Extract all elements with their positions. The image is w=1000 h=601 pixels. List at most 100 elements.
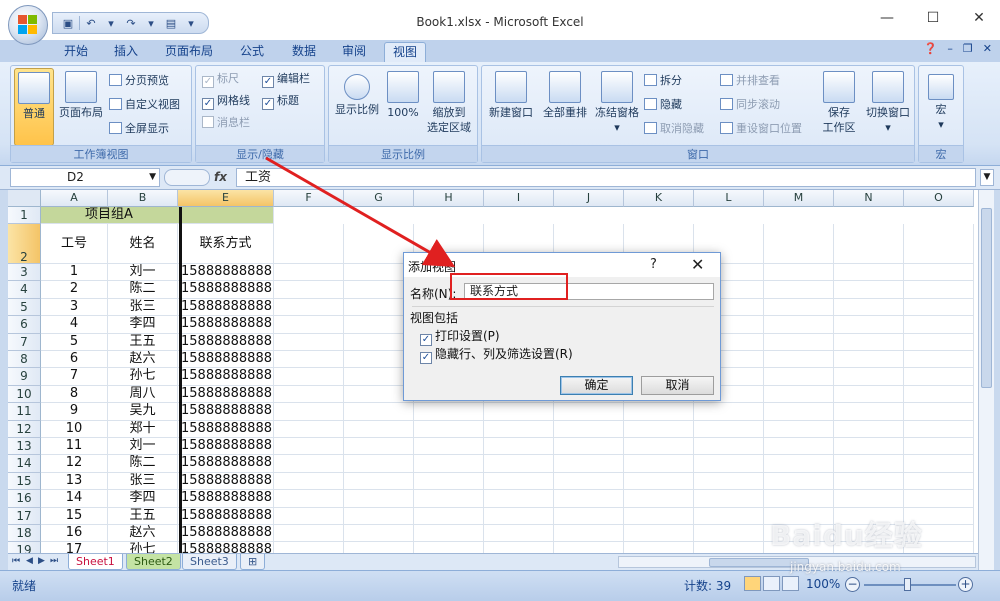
empty-cell[interactable] (834, 264, 904, 282)
column-header-m[interactable]: M (764, 190, 834, 207)
row-header[interactable]: 18 (8, 525, 41, 543)
header-cell[interactable]: 姓名 (108, 224, 178, 264)
empty-cell[interactable] (764, 420, 834, 438)
table-cell[interactable]: 7 (41, 368, 108, 386)
table-cell[interactable]: 孙七 (108, 542, 178, 553)
column-header-k[interactable]: K (624, 190, 694, 207)
empty-cell[interactable] (904, 472, 974, 491)
empty-cell[interactable] (764, 368, 834, 386)
table-cell[interactable]: 孙七 (108, 368, 178, 386)
table-cell[interactable]: 李四 (108, 490, 178, 508)
empty-cell[interactable] (274, 490, 344, 508)
row-header[interactable]: 16 (8, 490, 41, 508)
table-cell[interactable]: 王五 (108, 333, 178, 351)
empty-cell[interactable] (274, 403, 344, 421)
empty-cell[interactable] (694, 472, 764, 491)
row-header[interactable]: 6 (8, 316, 41, 334)
column-header-o[interactable]: O (904, 190, 974, 207)
table-cell[interactable]: 5 (41, 333, 108, 351)
custom-views-button[interactable]: 自定义视图 (109, 96, 180, 114)
empty-cell[interactable] (624, 525, 694, 543)
sync-scroll-button[interactable]: 同步滚动 (720, 96, 780, 114)
sheet-tab-2[interactable]: Sheet2 (126, 554, 181, 570)
empty-cell[interactable] (274, 281, 344, 299)
empty-cell[interactable] (624, 438, 694, 456)
column-header-f[interactable]: F (274, 190, 344, 207)
empty-cell[interactable] (554, 403, 624, 421)
empty-cell[interactable] (554, 542, 624, 553)
table-cell[interactable]: 吴九 (108, 403, 178, 421)
table-cell[interactable]: 11 (41, 438, 108, 456)
empty-cell[interactable] (834, 281, 904, 299)
empty-cell[interactable] (904, 420, 974, 438)
table-cell[interactable]: 15888888888 (178, 525, 274, 543)
table-cell[interactable]: 10 (41, 420, 108, 438)
empty-cell[interactable] (344, 472, 414, 491)
first-sheet-icon[interactable]: ⏮ (12, 556, 20, 566)
empty-cell[interactable] (694, 455, 764, 473)
table-cell[interactable]: 15888888888 (178, 298, 274, 317)
row-header[interactable]: 1 (8, 207, 41, 224)
tab-data[interactable]: 数据 (284, 42, 324, 62)
empty-cell[interactable] (904, 333, 974, 351)
empty-cell[interactable] (414, 542, 484, 553)
empty-cell[interactable] (764, 333, 834, 351)
table-cell[interactable]: 王五 (108, 507, 178, 525)
empty-cell[interactable] (554, 525, 624, 543)
table-cell[interactable]: 1 (41, 264, 108, 282)
hidden-settings-checkbox[interactable]: ✓ 隐藏行、列及筛选设置(R) (420, 345, 573, 364)
new-window-button[interactable]: 新建窗口 (485, 68, 537, 120)
column-header-b[interactable]: B (108, 190, 178, 207)
empty-cell[interactable] (554, 490, 624, 508)
print-settings-checkbox[interactable]: ✓ 打印设置(P) (420, 327, 500, 346)
help-icon[interactable]: ❓ (924, 42, 938, 55)
empty-cell[interactable] (484, 525, 554, 543)
table-cell[interactable]: 15888888888 (178, 351, 274, 369)
table-cell[interactable]: 15888888888 (178, 403, 274, 421)
merged-title-cell[interactable]: 项目组A (41, 207, 274, 224)
empty-cell[interactable] (904, 351, 974, 369)
empty-cell[interactable] (414, 525, 484, 543)
insert-function-icon[interactable]: fx (214, 170, 227, 184)
table-cell[interactable]: 李四 (108, 316, 178, 334)
row-header[interactable]: 8 (8, 351, 41, 369)
empty-cell[interactable] (904, 316, 974, 334)
column-header-h[interactable]: H (414, 190, 484, 207)
empty-cell[interactable] (484, 490, 554, 508)
table-cell[interactable]: 15888888888 (178, 281, 274, 299)
table-cell[interactable]: 15888888888 (178, 333, 274, 351)
column-header-n[interactable]: N (834, 190, 904, 207)
dialog-help-button[interactable]: ? (650, 257, 657, 272)
empty-cell[interactable] (904, 438, 974, 456)
empty-cell[interactable] (484, 438, 554, 456)
row-header[interactable]: 19 (8, 542, 41, 553)
ruler-checkbox[interactable]: ✓ 标尺 (202, 70, 239, 88)
table-cell[interactable]: 15888888888 (178, 316, 274, 334)
empty-cell[interactable] (624, 472, 694, 491)
table-cell[interactable]: 陈二 (108, 281, 178, 299)
row-header[interactable]: 9 (8, 368, 41, 386)
table-cell[interactable]: 张三 (108, 298, 178, 317)
empty-cell[interactable] (834, 455, 904, 473)
last-sheet-icon[interactable]: ⏭ (50, 556, 58, 566)
empty-cell[interactable] (834, 368, 904, 386)
table-cell[interactable]: 刘一 (108, 264, 178, 282)
close-icon[interactable]: ✕ (983, 42, 992, 55)
tab-view[interactable]: 视图 (384, 42, 426, 62)
empty-cell[interactable] (834, 298, 904, 317)
formula-bar-circle-icon[interactable] (164, 169, 210, 186)
empty-cell[interactable] (624, 542, 694, 553)
table-cell[interactable]: 15888888888 (178, 542, 274, 553)
row-header[interactable]: 5 (8, 298, 41, 317)
empty-cell[interactable] (764, 472, 834, 491)
hide-button[interactable]: 隐藏 (644, 96, 682, 114)
zoom-100-button[interactable]: 100% (385, 68, 421, 120)
column-header-i[interactable]: I (484, 190, 554, 207)
sheet-tab-1[interactable]: Sheet1 (68, 554, 123, 570)
tab-review[interactable]: 审阅 (334, 42, 374, 62)
name-box[interactable]: D2 ▼ (10, 168, 160, 187)
ok-button[interactable]: 确定 (560, 376, 633, 395)
tab-home[interactable]: 开始 (56, 42, 96, 62)
table-cell[interactable]: 陈二 (108, 455, 178, 473)
empty-cell[interactable] (554, 455, 624, 473)
